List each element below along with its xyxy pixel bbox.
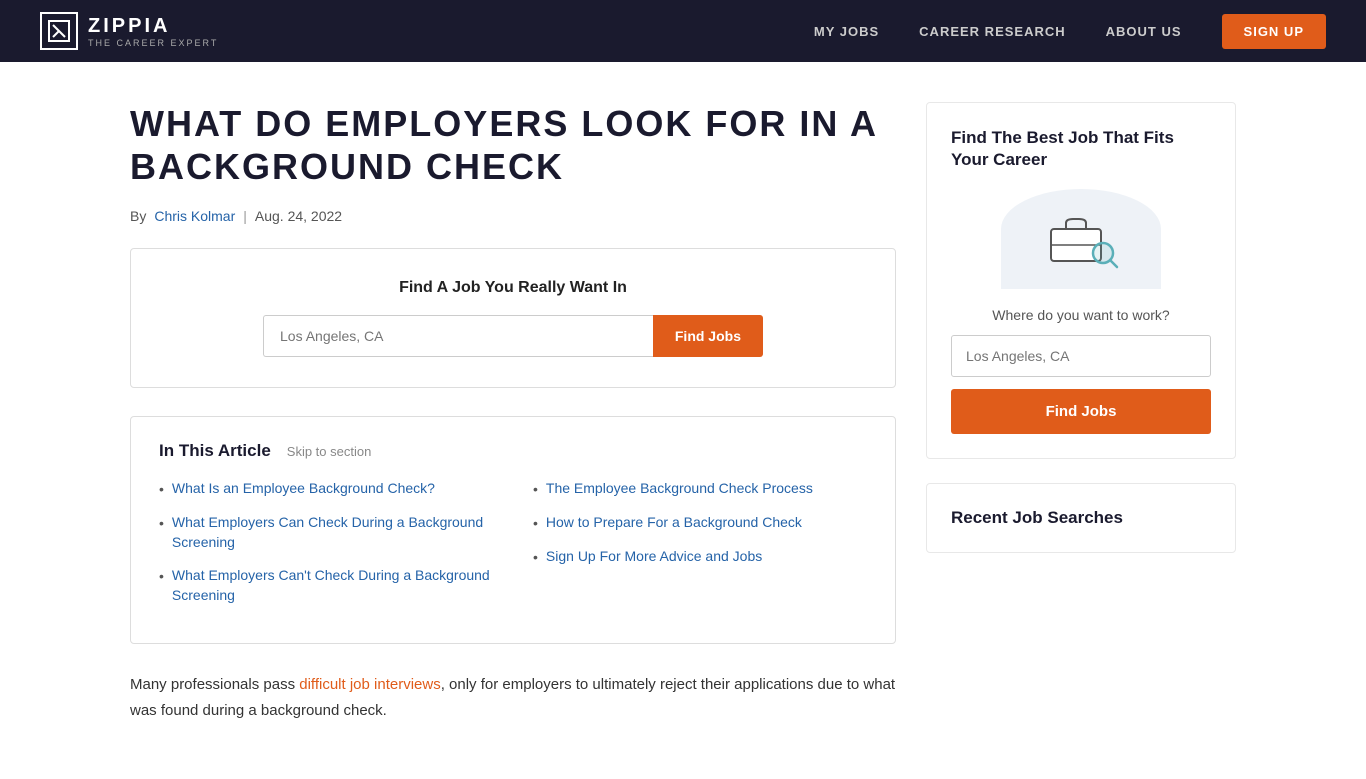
toc-item: • What Is an Employee Background Check? <box>159 479 493 499</box>
toc-title: In This Article <box>159 441 271 461</box>
nav-career-research[interactable]: CAREER RESEARCH <box>919 24 1065 39</box>
paragraph-text-start: Many professionals pass <box>130 676 299 693</box>
toc-bullet: • <box>159 568 164 584</box>
nav-about-us[interactable]: ABOUT US <box>1106 24 1182 39</box>
content-left: WHAT DO EMPLOYERS LOOK FOR IN A BACKGROU… <box>130 102 896 739</box>
toc-bullet: • <box>533 481 538 497</box>
logo-text: ZIPPIA THE CAREER EXPERT <box>88 15 218 48</box>
toc-item: • What Employers Can Check During a Back… <box>159 513 493 552</box>
job-search-input[interactable] <box>263 315 653 357</box>
toc-link-6[interactable]: Sign Up For More Advice and Jobs <box>546 547 762 567</box>
toc-bullet: • <box>533 515 538 531</box>
toc-col-right: • The Employee Background Check Process … <box>533 479 867 619</box>
briefcase-illustration <box>1041 209 1121 269</box>
sidebar-where-label: Where do you want to work? <box>951 307 1211 323</box>
sidebar-illustration <box>951 189 1211 289</box>
meta-by: By <box>130 208 146 224</box>
toc-item: • How to Prepare For a Background Check <box>533 513 867 533</box>
article-body: Many professionals pass difficult job in… <box>130 672 896 723</box>
main-container: WHAT DO EMPLOYERS LOOK FOR IN A BACKGROU… <box>0 62 1366 779</box>
job-search-row: Find Jobs <box>263 315 763 357</box>
logo-name: ZIPPIA <box>88 15 218 38</box>
article-date: Aug. 24, 2022 <box>255 208 342 224</box>
toc-bullet: • <box>533 549 538 565</box>
recent-searches-title: Recent Job Searches <box>951 508 1211 528</box>
illustration-bg <box>1001 189 1161 289</box>
sidebar-card-2: Recent Job Searches <box>926 483 1236 553</box>
toc-header: In This Article Skip to section <box>159 441 867 461</box>
toc-link-3[interactable]: What Employers Can't Check During a Back… <box>172 566 493 605</box>
toc-col-left: • What Is an Employee Background Check? … <box>159 479 493 619</box>
content-right: Find The Best Job That Fits Your Career <box>926 102 1236 739</box>
toc-box: In This Article Skip to section • What I… <box>130 416 896 644</box>
logo[interactable]: ZIPPIA THE CAREER EXPERT <box>40 12 218 50</box>
sidebar-location-input[interactable] <box>951 335 1211 377</box>
nav-my-jobs[interactable]: MY JOBS <box>814 24 879 39</box>
toc-columns: • What Is an Employee Background Check? … <box>159 479 867 619</box>
sidebar-card-1-title: Find The Best Job That Fits Your Career <box>951 127 1211 171</box>
sidebar-find-jobs-button[interactable]: Find Jobs <box>951 389 1211 434</box>
header: ZIPPIA THE CAREER EXPERT MY JOBS CAREER … <box>0 0 1366 62</box>
logo-icon <box>40 12 78 50</box>
toc-item: • The Employee Background Check Process <box>533 479 867 499</box>
toc-bullet: • <box>159 481 164 497</box>
difficult-interviews-link[interactable]: difficult job interviews <box>299 676 440 693</box>
job-search-title: Find A Job You Really Want In <box>161 279 865 297</box>
toc-item: • What Employers Can't Check During a Ba… <box>159 566 493 605</box>
toc-link-1[interactable]: What Is an Employee Background Check? <box>172 479 435 499</box>
main-nav: MY JOBS CAREER RESEARCH ABOUT US SIGN UP <box>814 14 1326 49</box>
toc-item: • Sign Up For More Advice and Jobs <box>533 547 867 567</box>
toc-link-5[interactable]: How to Prepare For a Background Check <box>546 513 802 533</box>
signup-button[interactable]: SIGN UP <box>1222 14 1326 49</box>
toc-bullet: • <box>159 515 164 531</box>
logo-tagline: THE CAREER EXPERT <box>88 38 218 48</box>
article-title: WHAT DO EMPLOYERS LOOK FOR IN A BACKGROU… <box>130 102 896 188</box>
job-search-box: Find A Job You Really Want In Find Jobs <box>130 248 896 388</box>
toc-link-2[interactable]: What Employers Can Check During a Backgr… <box>172 513 493 552</box>
author-link[interactable]: Chris Kolmar <box>154 208 235 224</box>
skip-section-link[interactable]: Skip to section <box>287 444 372 459</box>
sidebar-card-1: Find The Best Job That Fits Your Career <box>926 102 1236 459</box>
article-meta: By Chris Kolmar | Aug. 24, 2022 <box>130 208 896 224</box>
meta-divider: | <box>243 208 247 224</box>
find-jobs-button-top[interactable]: Find Jobs <box>653 315 763 357</box>
article-paragraph-1: Many professionals pass difficult job in… <box>130 672 896 723</box>
toc-link-4[interactable]: The Employee Background Check Process <box>546 479 813 499</box>
